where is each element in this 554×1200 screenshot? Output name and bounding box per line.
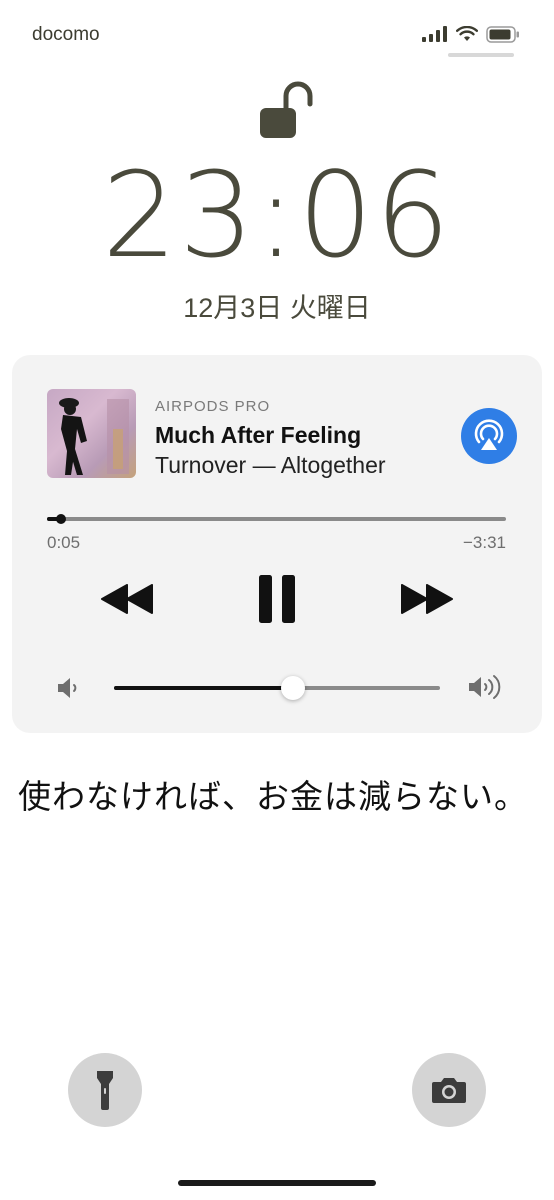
speaker-low-icon [58,678,77,698]
home-indicator[interactable] [178,1180,376,1186]
airplay-audio-icon [474,419,504,450]
output-device-label: AIRPODS PRO [155,398,271,415]
fast-forward-icon [401,584,453,614]
fast-forward-button[interactable] [398,572,456,626]
camera-button[interactable] [412,1053,486,1127]
playback-scrubber[interactable] [56,514,66,524]
lock-screen-time: 23:06 [101,146,453,284]
carrier-name: docomo [32,24,100,45]
volume-slider-fill [114,686,293,690]
playback-progress-track[interactable] [47,517,506,521]
status-icons [422,22,520,46]
song-title[interactable]: Much After Feeling [155,422,361,449]
pause-button[interactable] [252,572,302,626]
flashlight-button[interactable] [68,1053,142,1127]
camera-icon [432,1078,466,1103]
rewind-button[interactable] [98,572,156,626]
rewind-icon [101,584,153,614]
remaining-time: −3:31 [462,533,506,552]
album-artwork-image [59,398,129,475]
caption-text: 使わなければ、お金は減らない。 [18,777,528,816]
lock-screen-date: 12月3日 火曜日 [183,293,371,323]
unlocked-padlock-icon [260,81,313,138]
pause-icon [259,575,295,623]
battery-icon [486,25,519,43]
volume-slider-thumb[interactable] [281,676,305,700]
wifi-icon [456,26,478,41]
speaker-high-icon [469,675,501,699]
control-center-grabber[interactable] [448,53,514,57]
flashlight-icon [97,1071,113,1110]
airplay-button[interactable] [461,408,517,464]
cellular-signal-icon [422,26,447,42]
elapsed-time: 0:05 [47,533,81,552]
artist-album[interactable]: Turnover — Altogether [155,452,386,479]
album-artwork[interactable] [47,389,136,478]
